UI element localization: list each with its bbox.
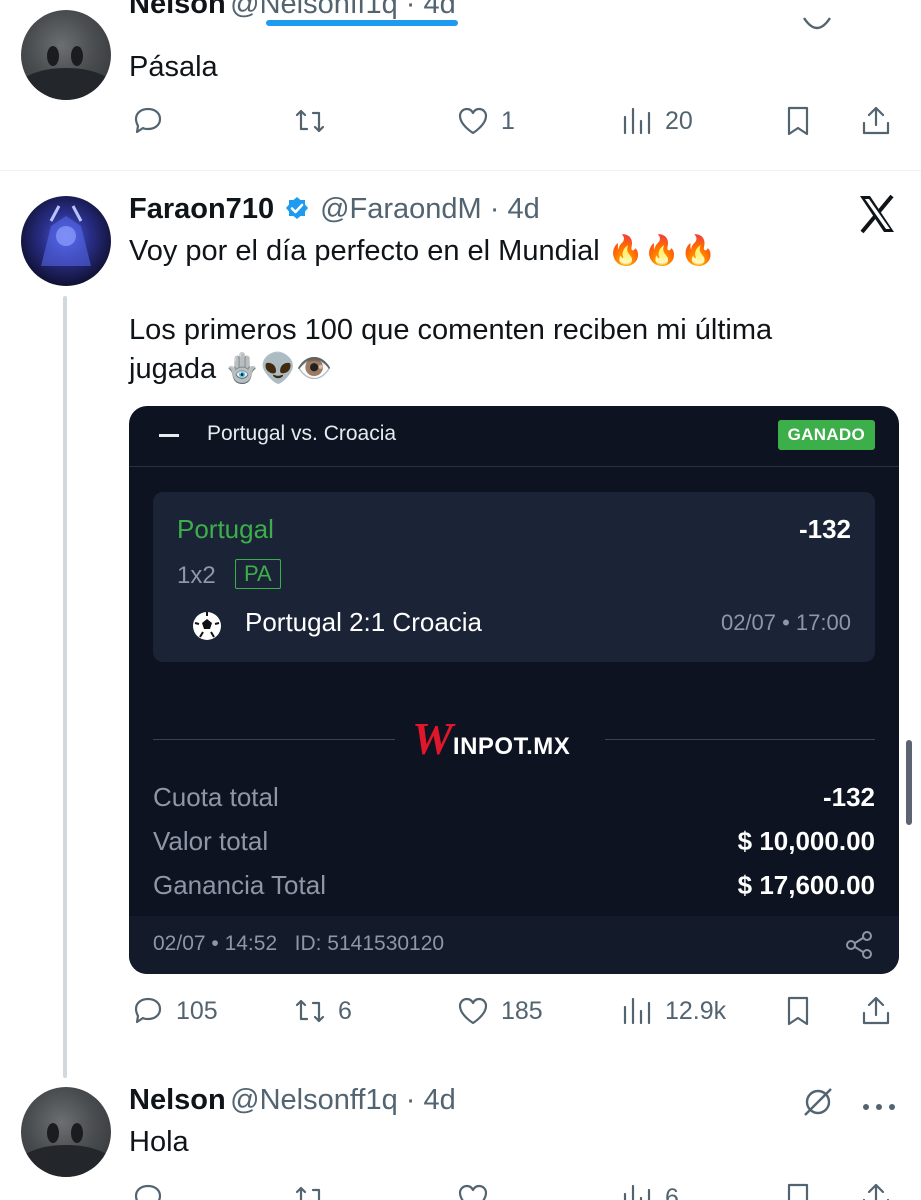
author-name[interactable]: Nelson: [129, 1084, 226, 1116]
total-stake-value: $ 10,000.00: [737, 826, 875, 856]
bet-selection-panel: Portugal -132 1x2 PA Portugal 2:1 Croaci…: [153, 492, 875, 662]
avatar-image: [41, 205, 91, 266]
tweet-text-line3: jugada 🪬👽👁️: [129, 353, 333, 385]
author-handle[interactable]: @Nelsonff1q · 4d: [230, 1084, 456, 1116]
bet-title: Portugal vs. Croacia: [207, 422, 397, 445]
share-button[interactable]: [858, 993, 894, 1029]
winpot-logo: WINPOT.MX: [412, 712, 570, 765]
views-button[interactable]: 12.9k: [619, 993, 726, 1029]
heart-icon: [458, 107, 488, 135]
bookmark-button[interactable]: [780, 993, 816, 1029]
total-winnings-label: Ganancia Total: [153, 870, 326, 900]
tweet-text: Pásala: [129, 51, 218, 83]
reply-button[interactable]: [130, 103, 166, 139]
like-count: 185: [501, 996, 543, 1025]
reply-icon: [134, 997, 162, 1024]
like-button[interactable]: [455, 1180, 491, 1200]
selection-odds: -132: [798, 514, 851, 544]
total-odds-label: Cuota total: [153, 782, 279, 812]
total-odds-value: -132: [822, 782, 875, 812]
reply-icon: [134, 1184, 162, 1200]
views-count: 20: [665, 106, 693, 135]
verified-badge-icon: [282, 195, 312, 225]
author-handle[interactable]: @FaraondM · 4d: [320, 193, 540, 226]
repost-button[interactable]: [292, 1180, 328, 1200]
views-icon: [623, 107, 651, 135]
heart-icon: [458, 997, 488, 1025]
share-icon: [862, 996, 890, 1025]
bookmark-icon: [787, 996, 809, 1026]
thread-line: [63, 296, 67, 1078]
grok-icon[interactable]: [800, 1084, 836, 1120]
author-handle[interactable]: @Nelsonff1q · 4d: [230, 0, 456, 20]
total-winnings-value: $ 17,600.00: [737, 870, 875, 900]
views-count: 12.9k: [665, 996, 727, 1025]
like-count: 1: [501, 106, 515, 135]
brand-rule-right: [605, 739, 875, 740]
avatar[interactable]: [21, 196, 111, 286]
repost-icon: [295, 109, 325, 133]
reply-count: 105: [176, 996, 218, 1025]
repost-icon: [295, 1186, 321, 1200]
status-badge: GANADO: [777, 420, 875, 450]
repost-button[interactable]: [292, 103, 328, 139]
views-count: 6: [665, 1183, 679, 1200]
views-icon: [623, 1184, 651, 1200]
bet-card-image[interactable]: Portugal vs. Croacia GANADO Portugal -13…: [129, 406, 899, 974]
x-logo-icon: [856, 194, 898, 234]
repost-button[interactable]: 6: [292, 993, 352, 1029]
bookmark-icon: [787, 106, 809, 136]
share-icon[interactable]: [845, 930, 873, 960]
like-button[interactable]: 1: [455, 103, 515, 139]
tweet-text: Hola: [129, 1126, 189, 1158]
collapse-icon: [159, 434, 179, 437]
author-name[interactable]: Nelson: [129, 0, 226, 20]
avatar[interactable]: [21, 1087, 111, 1177]
views-icon: [623, 997, 651, 1025]
reply-icon: [134, 107, 162, 134]
market-label: 1x2: [177, 562, 216, 589]
share-button[interactable]: [858, 1180, 894, 1200]
grok-icon[interactable]: [800, 12, 834, 38]
avatar[interactable]: [21, 10, 111, 100]
scrollbar[interactable]: [906, 740, 912, 825]
market-badge: PA: [235, 559, 281, 589]
divider: [129, 466, 899, 467]
more-options-icon[interactable]: [862, 1098, 896, 1110]
total-stake-label: Valor total: [153, 826, 269, 856]
repost-icon: [295, 999, 325, 1023]
bookmark-icon: [787, 1183, 809, 1200]
bookmark-button[interactable]: [780, 1180, 816, 1200]
brand-rule-left: [153, 739, 395, 740]
match-result: Portugal 2:1 Croacia: [245, 607, 483, 637]
soccer-ball-icon: [191, 610, 223, 642]
repost-count: 6: [338, 996, 352, 1025]
like-button[interactable]: 185: [455, 993, 543, 1029]
divider: [0, 170, 921, 171]
avatar-image: [21, 46, 111, 100]
views-button[interactable]: 6: [619, 1180, 679, 1200]
author-name[interactable]: Faraon710: [129, 193, 274, 226]
brand-text: INPOT.MX: [452, 733, 571, 760]
reply-header: Nelson @Nelsonff1q · 4d: [129, 0, 456, 21]
share-button[interactable]: [858, 103, 894, 139]
reply-button[interactable]: [130, 1180, 166, 1200]
selection-name: Portugal: [177, 514, 274, 544]
avatar-image: [21, 1123, 111, 1177]
heart-icon: [458, 1184, 488, 1200]
tweet-text-line1: Voy por el día perfecto en el Mundial 🔥🔥…: [129, 235, 717, 267]
tweet-header: Faraon710 @FaraondM · 4d: [129, 193, 540, 226]
bookmark-button[interactable]: [780, 103, 816, 139]
reply-button[interactable]: 105: [130, 993, 218, 1029]
brand-w: W: [412, 713, 453, 764]
reply-header: Nelson @Nelsonff1q · 4d: [129, 1084, 456, 1117]
match-date: 02/07 • 17:00: [720, 610, 851, 635]
share-icon: [862, 106, 890, 135]
tweet-text-line2: Los primeros 100 que comenten reciben mi…: [129, 314, 773, 346]
views-button[interactable]: 20: [619, 103, 693, 139]
bet-footer-info: 02/07 • 14:52 ID: 5141530120: [153, 932, 445, 955]
share-icon: [862, 1183, 890, 1200]
